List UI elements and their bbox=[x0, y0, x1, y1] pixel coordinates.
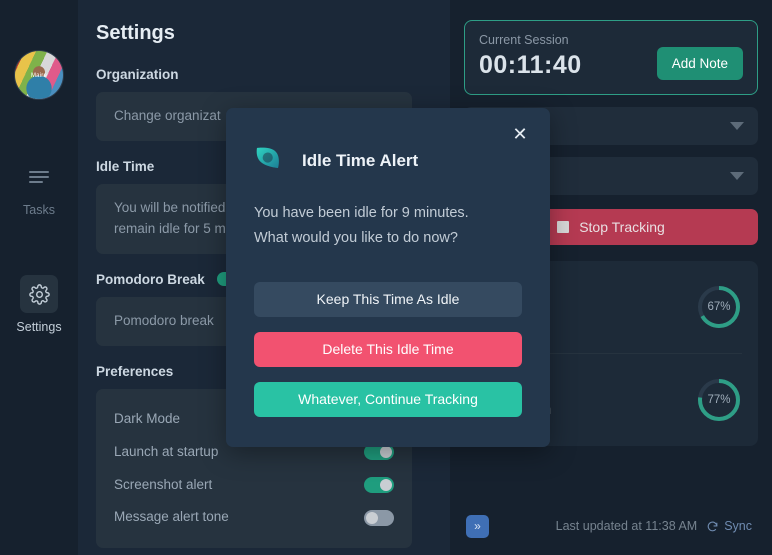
pref-row-message-alert-tone[interactable]: Message alert tone bbox=[114, 501, 394, 534]
pomodoro-heading-label: Pomodoro Break bbox=[96, 271, 205, 287]
collapse-panel-button[interactable]: » bbox=[466, 514, 489, 538]
pref-label-message-alert-tone: Message alert tone bbox=[114, 509, 229, 525]
add-note-button[interactable]: Add Note bbox=[656, 47, 743, 80]
modal-body: You have been idle for 9 minutes. What w… bbox=[254, 201, 522, 252]
app-logo-icon bbox=[254, 144, 284, 177]
keep-time-as-idle-button[interactable]: Keep This Time As Idle bbox=[254, 281, 522, 317]
progress-ring-week: 77% bbox=[696, 377, 742, 423]
pref-row-screenshot-alert[interactable]: Screenshot alert bbox=[114, 469, 394, 502]
left-rail: Maire Tasks Settings bbox=[0, 0, 78, 555]
sidebar-item-label-settings: Settings bbox=[16, 320, 62, 334]
avatar[interactable]: Maire bbox=[14, 50, 64, 100]
sidebar-item-settings[interactable]: Settings bbox=[0, 275, 78, 334]
gear-icon bbox=[20, 275, 58, 313]
avatar-name: Maire bbox=[30, 73, 47, 80]
idle-time-alert-modal: ✕ Idle Time Alert You have been idle for… bbox=[226, 108, 550, 447]
toggle-knob bbox=[380, 446, 392, 459]
page-title: Settings bbox=[96, 22, 175, 44]
progress-ring-label: 67% bbox=[707, 301, 731, 313]
sync-icon bbox=[707, 521, 718, 531]
organization-card-text: Change organizat bbox=[114, 108, 221, 123]
close-icon[interactable]: ✕ bbox=[510, 124, 530, 144]
sync-label: Sync bbox=[724, 519, 752, 533]
modal-header: Idle Time Alert bbox=[254, 108, 522, 177]
pomodoro-card-text: Pomodoro break bbox=[114, 312, 214, 328]
stop-square-icon bbox=[557, 221, 570, 233]
toggle-message-alert-tone[interactable] bbox=[364, 509, 394, 526]
sidebar-item-tasks[interactable]: Tasks bbox=[0, 158, 78, 217]
session-label: Current Session bbox=[479, 33, 569, 47]
toggle-screenshot-alert[interactable] bbox=[364, 476, 394, 493]
current-session-card: Current Session 00:11:40 Add Note bbox=[464, 20, 758, 95]
sync-button[interactable]: Sync bbox=[706, 519, 752, 533]
session-info: Current Session 00:11:40 bbox=[479, 33, 582, 80]
pref-label-screenshot-alert: Screenshot alert bbox=[114, 476, 213, 492]
stop-tracking-label: Stop Tracking bbox=[579, 219, 665, 235]
modal-title: Idle Time Alert bbox=[302, 150, 419, 170]
pref-label-dark-mode: Dark Mode bbox=[114, 410, 181, 426]
chevron-down-icon bbox=[730, 122, 744, 130]
toggle-knob bbox=[366, 511, 378, 524]
modal-message-line2: What would you like to do now? bbox=[254, 230, 458, 247]
tracker-bottom-bar: » Last updated at 11:38 AM Sync bbox=[464, 503, 758, 555]
continue-tracking-button[interactable]: Whatever, Continue Tracking bbox=[254, 381, 522, 417]
session-timer: 00:11:40 bbox=[479, 51, 582, 79]
progress-ring-label: 77% bbox=[707, 394, 731, 406]
last-updated: Last updated at 11:38 AM Sync bbox=[556, 519, 752, 533]
sidebar-item-label-tasks: Tasks bbox=[23, 203, 55, 217]
chevron-down-icon bbox=[730, 172, 744, 180]
last-updated-text: Last updated at 11:38 AM bbox=[555, 519, 698, 533]
pref-label-launch-at-startup: Launch at startup bbox=[114, 443, 219, 459]
delete-idle-time-button[interactable]: Delete This Idle Time bbox=[254, 331, 522, 367]
progress-ring-today: 67% bbox=[696, 284, 742, 330]
toggle-knob bbox=[380, 478, 392, 491]
list-icon bbox=[20, 158, 58, 196]
section-heading-organization: Organization bbox=[96, 67, 179, 82]
modal-message-line1: You have been idle for 9 minutes. bbox=[254, 205, 469, 221]
modal-actions: Keep This Time As Idle Delete This Idle … bbox=[254, 281, 522, 417]
